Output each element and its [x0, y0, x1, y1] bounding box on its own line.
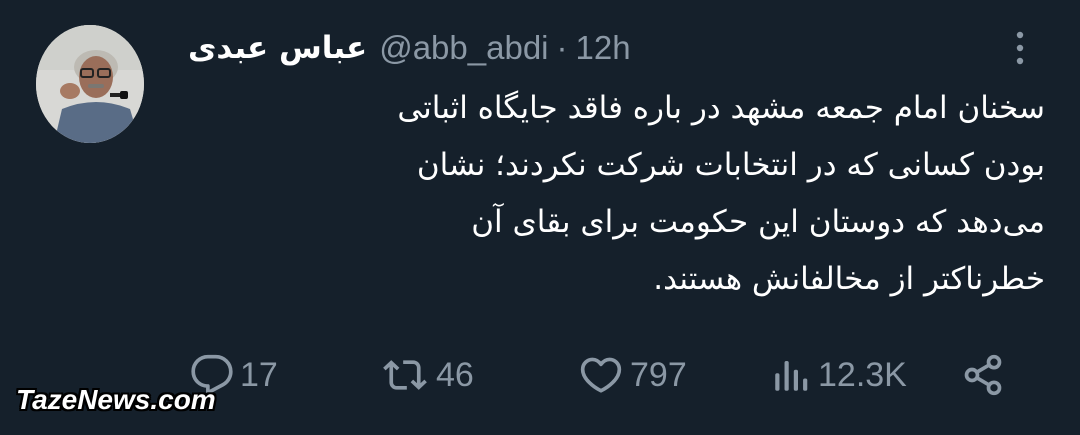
heart-icon: [580, 357, 622, 393]
retweet-count: 46: [436, 355, 474, 394]
avatar-photo: [36, 25, 144, 143]
more-vertical-icon: [1016, 31, 1024, 65]
more-options-button[interactable]: [1006, 26, 1034, 70]
author-handle[interactable]: @abb_abdi: [379, 29, 548, 67]
tweet-header: عباس عبدی @abb_abdi · 12h: [188, 26, 631, 70]
views-icon: [775, 361, 808, 391]
views-button[interactable]: 12.3K: [770, 350, 907, 400]
author-display-name[interactable]: عباس عبدی: [188, 30, 367, 66]
like-button[interactable]: 797: [578, 350, 687, 400]
retweet-icon: [383, 360, 427, 390]
watermark: TazeNews.com: [16, 384, 216, 415]
share-icon: [964, 354, 1002, 396]
tweet-text: سخنان امام جمعه مشهد در باره فاقد جایگاه…: [397, 90, 1045, 297]
views-count: 12.3K: [818, 355, 907, 394]
like-count: 797: [630, 355, 687, 394]
retweet-button[interactable]: 46: [380, 350, 474, 400]
tweet-timestamp[interactable]: 12h: [576, 29, 631, 67]
avatar[interactable]: [36, 25, 144, 143]
reply-count: 17: [240, 355, 278, 394]
share-button[interactable]: [960, 350, 1006, 400]
separator-dot: ·: [556, 29, 568, 66]
